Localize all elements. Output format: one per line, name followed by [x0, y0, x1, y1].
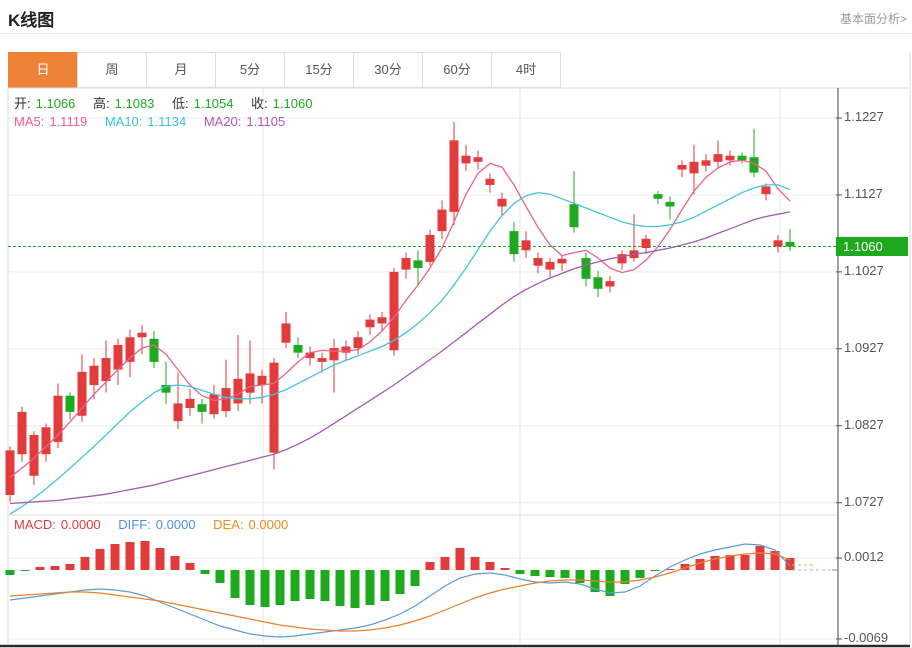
diff-value: 0.0000 [156, 517, 196, 532]
close-label: 收: [251, 96, 268, 111]
ma-lines-layer [10, 160, 790, 514]
price-tick-label: 1.0927 [844, 340, 884, 355]
ma20-value: 1.1105 [246, 114, 285, 129]
dea-value: 0.0000 [249, 517, 289, 532]
macd-histogram-layer [6, 541, 795, 608]
low-label: 低: [172, 96, 189, 111]
price-axis [832, 88, 842, 645]
ma20-label: MA20: [204, 114, 242, 129]
high-label: 高: [93, 96, 110, 111]
macd-value: 0.0000 [61, 517, 101, 532]
ohlc-readout: 开: 1.1066 高: 1.1083 低: 1.1054 收: 1.1060 [14, 93, 317, 112]
open-value: 1.1066 [36, 96, 76, 111]
ma-readout: MA5: 1.1119 MA10: 1.1134 MA20: 1.1105 [14, 114, 290, 129]
close-value: 1.1060 [273, 96, 313, 111]
open-label: 开: [14, 96, 31, 111]
ma5-line [10, 160, 790, 477]
dea-label: DEA: [213, 517, 243, 532]
price-tick-label: 1.0727 [844, 494, 884, 509]
ma5-label: MA5: [14, 114, 44, 129]
current-price-badge: 1.1060 [836, 237, 908, 256]
diff-label: DIFF: [118, 517, 151, 532]
candles-layer [6, 122, 795, 502]
ma5-value: 1.1119 [49, 114, 87, 129]
price-tick-label: 1.1127 [844, 186, 883, 201]
ma10-label: MA10: [105, 114, 143, 129]
high-value: 1.1083 [115, 96, 155, 111]
ma10-value: 1.1134 [147, 114, 186, 129]
price-tick-label: 1.1227 [844, 109, 884, 124]
macd-tick-label: -0.0069 [844, 630, 888, 645]
price-tick-label: 1.1027 [844, 263, 884, 278]
macd-tick-label: 0.0012 [844, 549, 884, 564]
low-value: 1.1054 [194, 96, 234, 111]
price-tick-label: 1.0827 [844, 417, 884, 432]
macd-readout: MACD: 0.0000 DIFF: 0.0000 DEA: 0.0000 [14, 517, 293, 532]
macd-label: MACD: [14, 517, 56, 532]
